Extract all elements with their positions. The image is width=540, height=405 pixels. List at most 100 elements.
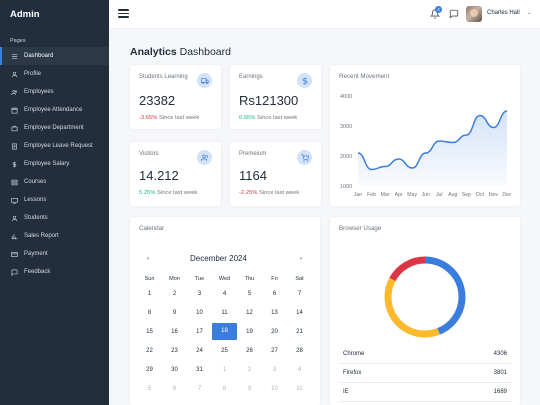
topbar: 4 Charles Hall ⌄ bbox=[109, 0, 540, 28]
calendar-next-icon[interactable]: › bbox=[300, 256, 302, 262]
calendar-grid: Sun Mon Tue Wed Thu Fri Sat 1 2 3 4 5 6 7 8 9 10 11 12 13 14… bbox=[137, 274, 312, 398]
sidebar-item-employee-salary[interactable]: Employee Salary bbox=[0, 155, 109, 173]
brand-logo[interactable]: Admin bbox=[0, 0, 109, 28]
calendar-day[interactable]: 23 bbox=[162, 348, 187, 354]
sidebar-item-label: Students bbox=[24, 215, 48, 221]
weekday-header: Sun bbox=[144, 276, 155, 282]
stat-delta: -2.25% Since last week bbox=[239, 190, 300, 196]
sidebar-item-sales-report[interactable]: Sales Report bbox=[0, 227, 109, 245]
sidebar-item-students[interactable]: Students bbox=[0, 209, 109, 227]
layers-icon bbox=[10, 178, 18, 186]
hamburger-menu-icon[interactable] bbox=[118, 9, 129, 18]
calendar-day[interactable]: 6 bbox=[162, 386, 187, 392]
calendar-day[interactable]: 1 bbox=[137, 291, 162, 297]
table-row: Firefox 3801 bbox=[339, 364, 511, 383]
calendar-day[interactable]: 26 bbox=[237, 348, 262, 354]
weekday-header: Sat bbox=[295, 276, 304, 282]
calendar-day[interactable]: 18 bbox=[212, 323, 237, 340]
sidebar-item-employee-department[interactable]: Employee Department bbox=[0, 119, 109, 137]
page-title: Analytics Dashboard bbox=[130, 46, 231, 58]
calendar-day[interactable]: 25 bbox=[212, 348, 237, 354]
sidebar-item-label: Employee Department bbox=[24, 125, 84, 131]
sidebar-item-label: Employees bbox=[24, 89, 54, 95]
calendar-day[interactable]: 5 bbox=[237, 291, 262, 297]
sidebar-section-header: Pages bbox=[10, 38, 26, 44]
chevron-down-icon[interactable]: ⌄ bbox=[527, 10, 531, 16]
calendar-day[interactable]: 10 bbox=[187, 310, 212, 316]
avatar[interactable] bbox=[466, 6, 482, 22]
calendar-day[interactable]: 1 bbox=[212, 367, 237, 373]
weekday-header: Mon bbox=[169, 276, 180, 282]
calendar-day[interactable]: 14 bbox=[287, 310, 312, 316]
sidebar-item-dashboard[interactable]: Dashboard bbox=[0, 47, 109, 65]
calendar-day[interactable]: 20 bbox=[262, 329, 287, 335]
y-tick-label: 1000 bbox=[340, 184, 352, 190]
calendar-day[interactable]: 13 bbox=[262, 310, 287, 316]
stat-card-premium: Premeium 1164 -2.25% Since last week bbox=[230, 142, 321, 206]
calendar-day[interactable]: 28 bbox=[287, 348, 312, 354]
calendar-month-label: December 2024 bbox=[190, 254, 247, 263]
calendar-day[interactable]: 7 bbox=[187, 386, 212, 392]
sidebar-item-profile[interactable]: Profile bbox=[0, 65, 109, 83]
stat-delta: -3.65% Since last week bbox=[139, 115, 200, 121]
calendar-day[interactable]: 10 bbox=[262, 386, 287, 392]
calendar-day[interactable]: 16 bbox=[162, 329, 187, 335]
stat-delta: 6.65% Since last week bbox=[239, 115, 298, 121]
sidebar-item-employee-leave-request[interactable]: Employee Leave Request bbox=[0, 137, 109, 155]
calendar-day[interactable]: 9 bbox=[237, 386, 262, 392]
sidebar-item-feedback[interactable]: Feedback bbox=[0, 263, 109, 281]
briefcase-icon bbox=[10, 124, 18, 132]
stat-value: 14.212 bbox=[139, 168, 179, 183]
message-icon[interactable] bbox=[449, 9, 459, 19]
sidebar-item-label: Feedback bbox=[24, 269, 51, 275]
calendar-prev-icon[interactable]: ‹ bbox=[147, 256, 149, 262]
user-name[interactable]: Charles Hall bbox=[487, 10, 520, 16]
calendar-day[interactable]: 15 bbox=[137, 329, 162, 335]
calendar-day[interactable]: 8 bbox=[137, 310, 162, 316]
calendar-day[interactable]: 24 bbox=[187, 348, 212, 354]
recent-movement-card: Recent Movement 1000 2000 3000 4000 Jan Feb Ma… bbox=[330, 65, 520, 206]
calendar-day[interactable]: 30 bbox=[162, 367, 187, 373]
area-fill bbox=[358, 111, 507, 186]
sidebar-item-lessons[interactable]: Lessons bbox=[0, 191, 109, 209]
calendar-day[interactable]: 21 bbox=[287, 329, 312, 335]
calendar-day[interactable]: 4 bbox=[212, 291, 237, 297]
x-tick-label: Jun bbox=[422, 192, 430, 198]
card-title: Browser Usage bbox=[339, 225, 382, 232]
calendar-day[interactable]: 3 bbox=[187, 291, 212, 297]
sidebar-item-employees[interactable]: Employees bbox=[0, 83, 109, 101]
calendar-day[interactable]: 2 bbox=[237, 367, 262, 373]
calendar-day[interactable]: 29 bbox=[137, 367, 162, 373]
card-title: Calendar bbox=[139, 225, 165, 232]
calendar-day[interactable]: 4 bbox=[287, 367, 312, 373]
calendar-day[interactable]: 5 bbox=[137, 386, 162, 392]
stat-card-earnings: Earnings Rs121300 6.65% Since last week bbox=[230, 65, 321, 129]
sidebar-item-label: Employee Attendance bbox=[24, 107, 83, 113]
calendar-day[interactable]: 22 bbox=[137, 348, 162, 354]
calendar-day[interactable]: 27 bbox=[262, 348, 287, 354]
x-tick-label: Dec bbox=[502, 192, 512, 198]
browser-name: IE bbox=[343, 389, 349, 395]
stat-value: 23382 bbox=[139, 93, 176, 108]
stat-value: Rs121300 bbox=[239, 93, 299, 108]
sidebar-item-courses[interactable]: Courses bbox=[0, 173, 109, 191]
calendar-day[interactable]: 3 bbox=[262, 367, 287, 373]
calendar-day[interactable]: 8 bbox=[212, 386, 237, 392]
y-tick-label: 2000 bbox=[340, 154, 352, 160]
calendar-day[interactable]: 11 bbox=[287, 386, 312, 392]
sidebar-item-employee-attendance[interactable]: Employee Attendance bbox=[0, 101, 109, 119]
browser-name: Chrome bbox=[343, 351, 365, 357]
calendar-day[interactable]: 11 bbox=[212, 310, 237, 316]
user-icon bbox=[10, 70, 18, 78]
sidebar-item-payment[interactable]: Payment bbox=[0, 245, 109, 263]
calendar-day[interactable]: 9 bbox=[162, 310, 187, 316]
calendar-day[interactable]: 6 bbox=[262, 291, 287, 297]
calendar-day[interactable]: 17 bbox=[187, 329, 212, 335]
truck-icon bbox=[197, 73, 212, 88]
calendar-day[interactable]: 2 bbox=[162, 291, 187, 297]
calendar-day[interactable]: 31 bbox=[187, 367, 212, 373]
calendar-day[interactable]: 12 bbox=[237, 310, 262, 316]
calendar-day[interactable]: 19 bbox=[237, 329, 262, 335]
browser-value: 3801 bbox=[493, 370, 507, 376]
calendar-day[interactable]: 7 bbox=[287, 291, 312, 297]
